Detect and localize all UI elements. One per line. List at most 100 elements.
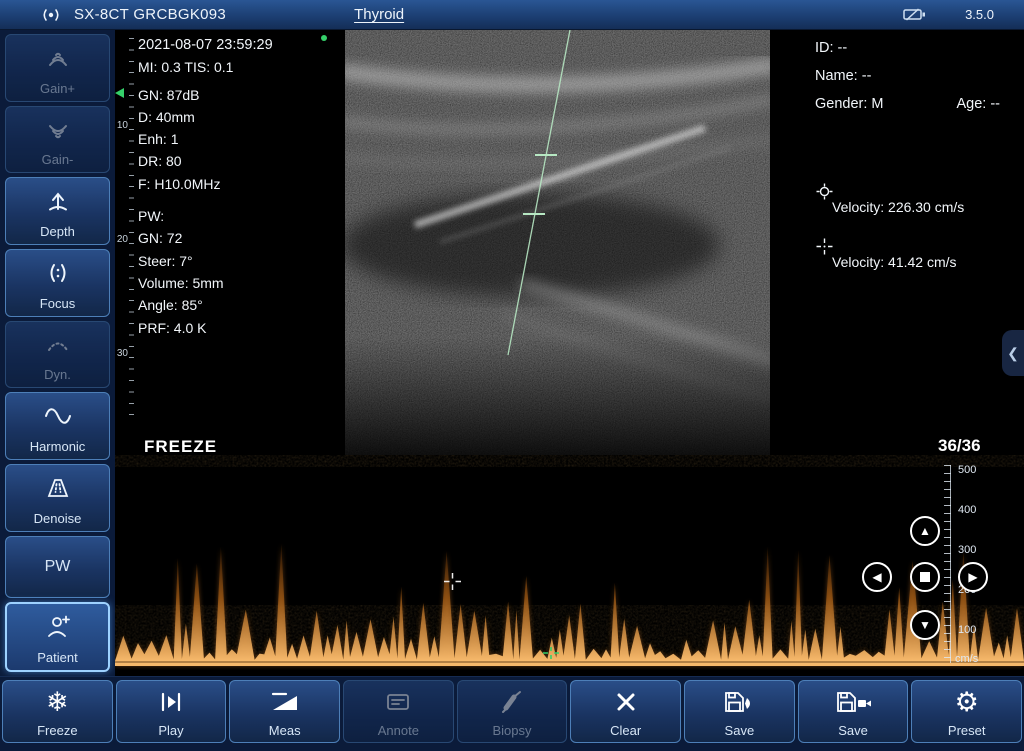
right-arrow-icon: ▶: [968, 570, 977, 584]
sidebar-item-denoise[interactable]: Denoise: [5, 464, 110, 532]
velocity-measurement-1: Velocity: 226.30 cm/s: [814, 183, 1004, 217]
freeze-button[interactable]: ❄ Freeze: [2, 680, 113, 743]
cine-stop-button[interactable]: [910, 562, 940, 592]
gear-icon: ⚙: [955, 681, 979, 723]
focus-position-marker[interactable]: [115, 88, 124, 98]
bottom-toolbar: ❄ Freeze Play Meas: [0, 676, 1024, 751]
sidebar-item-label: Focus: [40, 296, 75, 311]
measure-button[interactable]: Meas: [229, 680, 340, 743]
time-cursor-marker: [543, 647, 559, 659]
velocity-scale-tick: 100: [958, 624, 976, 636]
patient-info-panel: ID: -- Name: -- Gender: M Age: --: [815, 34, 1000, 118]
acquisition-datetime: 2021-08-07 23:59:29: [138, 34, 273, 56]
depth-icon: [45, 178, 71, 224]
gain-value: GN: 87dB: [138, 84, 273, 106]
sidebar-item-focus[interactable]: Focus: [5, 249, 110, 317]
stop-square-icon: [920, 572, 930, 582]
depth-ruler-mark: 30: [110, 348, 128, 359]
dynamic-range-value: DR: 80: [138, 150, 273, 172]
prf-value: PRF: 4.0 K: [138, 317, 273, 339]
exam-preset-selector[interactable]: Thyroid: [354, 6, 404, 23]
sidebar-item-label: Harmonic: [30, 439, 86, 454]
bmode-image: [345, 30, 770, 456]
toolbar-label: Biopsy: [493, 723, 532, 738]
clear-x-icon: [614, 681, 638, 723]
depth-ruler: [129, 38, 134, 420]
gain-plus-icon: [45, 35, 71, 81]
gain-minus-icon: [45, 107, 71, 153]
toolbar-label: Clear: [610, 723, 641, 738]
sidebar-item-dyn[interactable]: Dyn.: [5, 321, 110, 389]
toolbar-label: Save: [838, 723, 868, 738]
toolbar-label: Meas: [269, 723, 301, 738]
left-arrow-icon: ◀: [872, 570, 881, 584]
pw-gain-value: GN: 72: [138, 227, 273, 249]
sidebar: Gain+ Gain- Depth: [0, 30, 115, 676]
bmode-image-area: [345, 30, 770, 456]
toolbar-label: Preset: [948, 723, 986, 738]
play-button[interactable]: Play: [116, 680, 227, 743]
spectrum-cursor-crosshair[interactable]: [444, 573, 461, 590]
device-name: SX-8CT GRCBGK093: [74, 6, 226, 23]
cine-frame-counter: 36/36: [938, 436, 981, 456]
harmonic-wave-icon: [44, 393, 72, 439]
depth-value: D: 40mm: [138, 106, 273, 128]
sidebar-item-pw[interactable]: PW: [5, 536, 110, 599]
angle-value: Angle: 85°: [138, 294, 273, 316]
patient-age: Age: --: [956, 90, 1000, 118]
cine-up-button[interactable]: ▲: [910, 516, 940, 546]
biopsy-button[interactable]: Biopsy: [457, 680, 568, 743]
save-clip-button[interactable]: Save: [798, 680, 909, 743]
sidebar-item-gain-minus[interactable]: Gain-: [5, 106, 110, 174]
patient-name: Name: --: [815, 62, 1000, 90]
play-cine-icon: [157, 681, 185, 723]
velocity-measurement-2: Velocity: 41.42 cm/s: [814, 238, 1004, 272]
battery-icon: [903, 7, 927, 22]
toolbar-label: Freeze: [37, 723, 77, 738]
preset-button[interactable]: ⚙ Preset: [911, 680, 1022, 743]
snowflake-icon: ❄: [46, 681, 69, 723]
mi-tis-value: MI: 0.3 TIS: 0.1: [138, 56, 273, 78]
save-image-button[interactable]: Save: [684, 680, 795, 743]
measure-caliper-icon: [270, 681, 300, 723]
cine-prev-button[interactable]: ◀: [862, 562, 892, 592]
depth-ruler-mark: 20: [110, 234, 128, 245]
toolbar-label: Play: [158, 723, 183, 738]
sidebar-item-patient[interactable]: Patient: [5, 602, 110, 672]
sidebar-item-gain-plus[interactable]: Gain+: [5, 34, 110, 102]
sidebar-item-label: Patient: [37, 650, 77, 665]
save-image-icon: [722, 681, 756, 723]
patient-add-icon: [45, 604, 71, 650]
sidebar-item-depth[interactable]: Depth: [5, 177, 110, 245]
freeze-status: FREEZE: [144, 437, 217, 457]
annotate-button[interactable]: Annote: [343, 680, 454, 743]
velocity-value-2: Velocity: 41.42 cm/s: [832, 254, 957, 270]
velocity-scale-tick: 400: [958, 504, 976, 516]
cine-down-button[interactable]: ▼: [910, 610, 940, 640]
up-arrow-icon: ▲: [919, 524, 931, 538]
cine-next-button[interactable]: ▶: [958, 562, 988, 592]
clear-button[interactable]: Clear: [570, 680, 681, 743]
enhance-value: Enh: 1: [138, 128, 273, 150]
side-panel-expand-tab[interactable]: ❮: [1002, 330, 1024, 376]
denoise-sector-icon: [45, 465, 71, 511]
velocity-value-1: Velocity: 226.30 cm/s: [832, 199, 964, 215]
velocity-scale-unit: cm/s: [955, 653, 978, 665]
biopsy-needle-icon: [499, 681, 525, 723]
imaging-parameters: 2021-08-07 23:59:29 MI: 0.3 TIS: 0.1 GN:…: [138, 34, 273, 339]
title-bar: SX-8CT GRCBGK093 Thyroid 3.5.0: [0, 0, 1024, 30]
velocity-marker-circle-icon: [816, 183, 833, 200]
spectral-doppler-area: 500 400 300 200 100 cm/s ▲ ◀ ▶ ▼: [115, 455, 1024, 670]
velocity-scale-ruler: [944, 465, 951, 663]
velocity-scale-tick: 300: [958, 544, 976, 556]
cine-indicator-dot: [321, 35, 327, 41]
ultrasound-app: SX-8CT GRCBGK093 Thyroid 3.5.0 Gain+: [0, 0, 1024, 751]
sidebar-item-harmonic[interactable]: Harmonic: [5, 392, 110, 460]
patient-gender: Gender: M: [815, 90, 884, 118]
depth-ruler-mark: 10: [110, 120, 128, 131]
patient-id: ID: --: [815, 34, 1000, 62]
software-version: 3.5.0: [965, 7, 994, 22]
pw-header: PW:: [138, 205, 273, 227]
annotate-icon: [385, 681, 411, 723]
toolbar-label: Annote: [378, 723, 419, 738]
